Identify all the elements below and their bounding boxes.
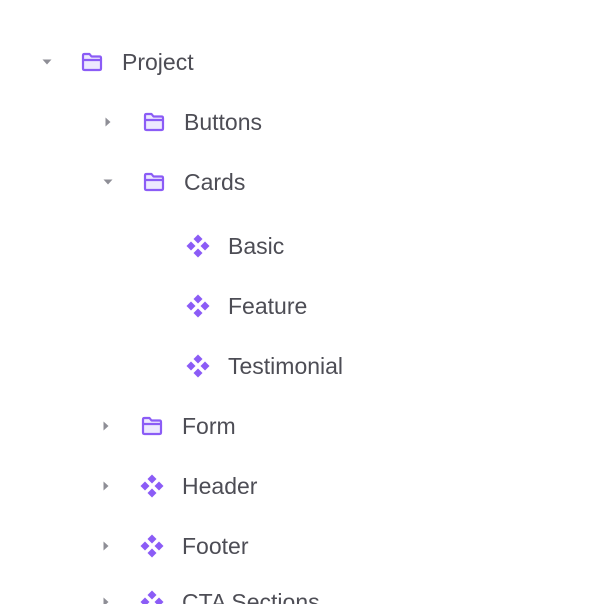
tree-item-form[interactable]: Form: [0, 406, 600, 446]
component-icon: [139, 533, 165, 559]
caret-right-icon[interactable]: [99, 479, 113, 493]
component-icon: [139, 589, 165, 604]
component-icon: [185, 233, 211, 259]
caret-right-icon[interactable]: [99, 539, 113, 553]
tree-item-footer[interactable]: Footer: [0, 526, 600, 566]
tree-item-header[interactable]: Header: [0, 466, 600, 506]
tree-item-label: Cards: [184, 169, 246, 195]
folder-icon: [139, 413, 165, 439]
caret-right-icon[interactable]: [99, 595, 113, 604]
caret-down-icon[interactable]: [40, 55, 54, 69]
caret-right-icon[interactable]: [101, 115, 115, 129]
tree-item-label: Footer: [182, 533, 249, 559]
folder-icon: [141, 109, 167, 135]
component-icon: [185, 293, 211, 319]
tree-item-cta-sections[interactable]: CTA Sections: [0, 582, 600, 604]
tree-item-feature[interactable]: Feature: [0, 286, 600, 326]
tree-item-label: Testimonial: [228, 353, 344, 379]
tree-item-cards[interactable]: Cards: [0, 162, 600, 202]
component-icon: [139, 473, 165, 499]
tree-item-label: Header: [182, 473, 258, 499]
component-icon: [185, 353, 211, 379]
tree-item-label: Feature: [228, 293, 308, 319]
tree-item-project[interactable]: Project: [0, 42, 600, 82]
caret-right-icon[interactable]: [99, 419, 113, 433]
tree-item-buttons[interactable]: Buttons: [0, 102, 600, 142]
tree-item-label: Buttons: [184, 109, 262, 135]
folder-icon: [79, 49, 105, 75]
tree-item-basic[interactable]: Basic: [0, 226, 600, 266]
tree-item-label: Basic: [228, 233, 285, 259]
tree-item-label: CTA Sections: [182, 589, 320, 604]
folder-icon: [141, 169, 167, 195]
caret-down-icon[interactable]: [101, 175, 115, 189]
tree-item-testimonial[interactable]: Testimonial: [0, 346, 600, 386]
tree-item-label: Form: [182, 413, 236, 439]
tree-item-label: Project: [122, 49, 194, 75]
